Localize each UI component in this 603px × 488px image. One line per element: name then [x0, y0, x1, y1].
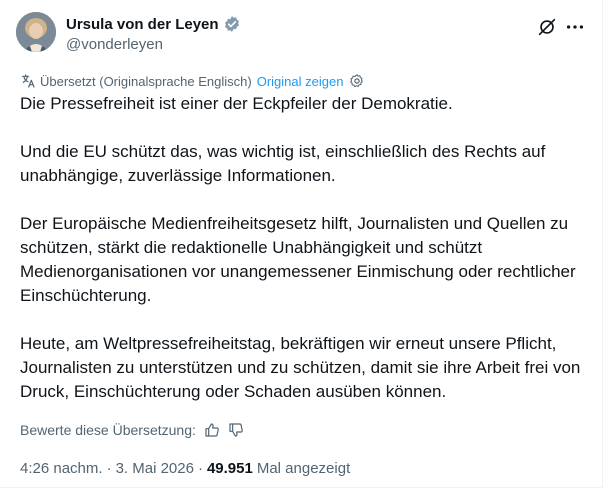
thumbs-down-icon[interactable] — [228, 422, 244, 438]
meta-separator: · — [106, 459, 112, 477]
translate-icon — [20, 73, 36, 89]
more-icon[interactable] — [564, 16, 586, 38]
tweet-paragraph: Die Pressefreiheit ist einer der Eckpfei… — [20, 94, 453, 113]
tweet-text: Die Pressefreiheit ist einer der Eckpfei… — [20, 92, 588, 404]
grok-icon[interactable] — [536, 16, 558, 38]
tweet-paragraph: Und die EU schützt das, was wichtig ist,… — [20, 142, 546, 185]
tweet-time[interactable]: 4:26 nachm. — [20, 460, 103, 477]
thumbs-up-icon[interactable] — [204, 422, 220, 438]
meta-separator: · — [197, 459, 203, 477]
show-original-link[interactable]: Original zeigen — [257, 74, 344, 89]
translation-notice: Übersetzt (Originalsprache Englisch) Ori… — [20, 72, 365, 90]
tweet-date[interactable]: 3. Mai 2026 — [116, 460, 194, 477]
tweet-meta: 4:26 nachm. · 3. Mai 2026 · 49.951 Mal a… — [20, 458, 350, 478]
verified-badge-icon — [223, 15, 241, 33]
avatar[interactable] — [16, 12, 56, 52]
tweet-header: Ursula von der Leyen @vonderleyen — [16, 12, 586, 56]
gear-icon[interactable] — [349, 73, 365, 89]
rate-translation-row: Bewerte diese Übersetzung: — [20, 420, 244, 440]
tweet-paragraph: Heute, am Weltpressefreiheitstag, bekräf… — [20, 334, 581, 401]
views-count[interactable]: 49.951 — [207, 460, 253, 477]
rate-translation-label: Bewerte diese Übersetzung: — [20, 422, 196, 438]
author-handle[interactable]: @vonderleyen — [66, 36, 163, 53]
tweet-paragraph: Der Europäische Medienfreiheitsgesetz hi… — [20, 214, 576, 305]
author-display-name[interactable]: Ursula von der Leyen — [66, 16, 219, 33]
translation-notice-text: Übersetzt (Originalsprache Englisch) — [40, 73, 252, 89]
author-name-row: Ursula von der Leyen — [66, 14, 241, 34]
views-label: Mal angezeigt — [256, 459, 351, 477]
